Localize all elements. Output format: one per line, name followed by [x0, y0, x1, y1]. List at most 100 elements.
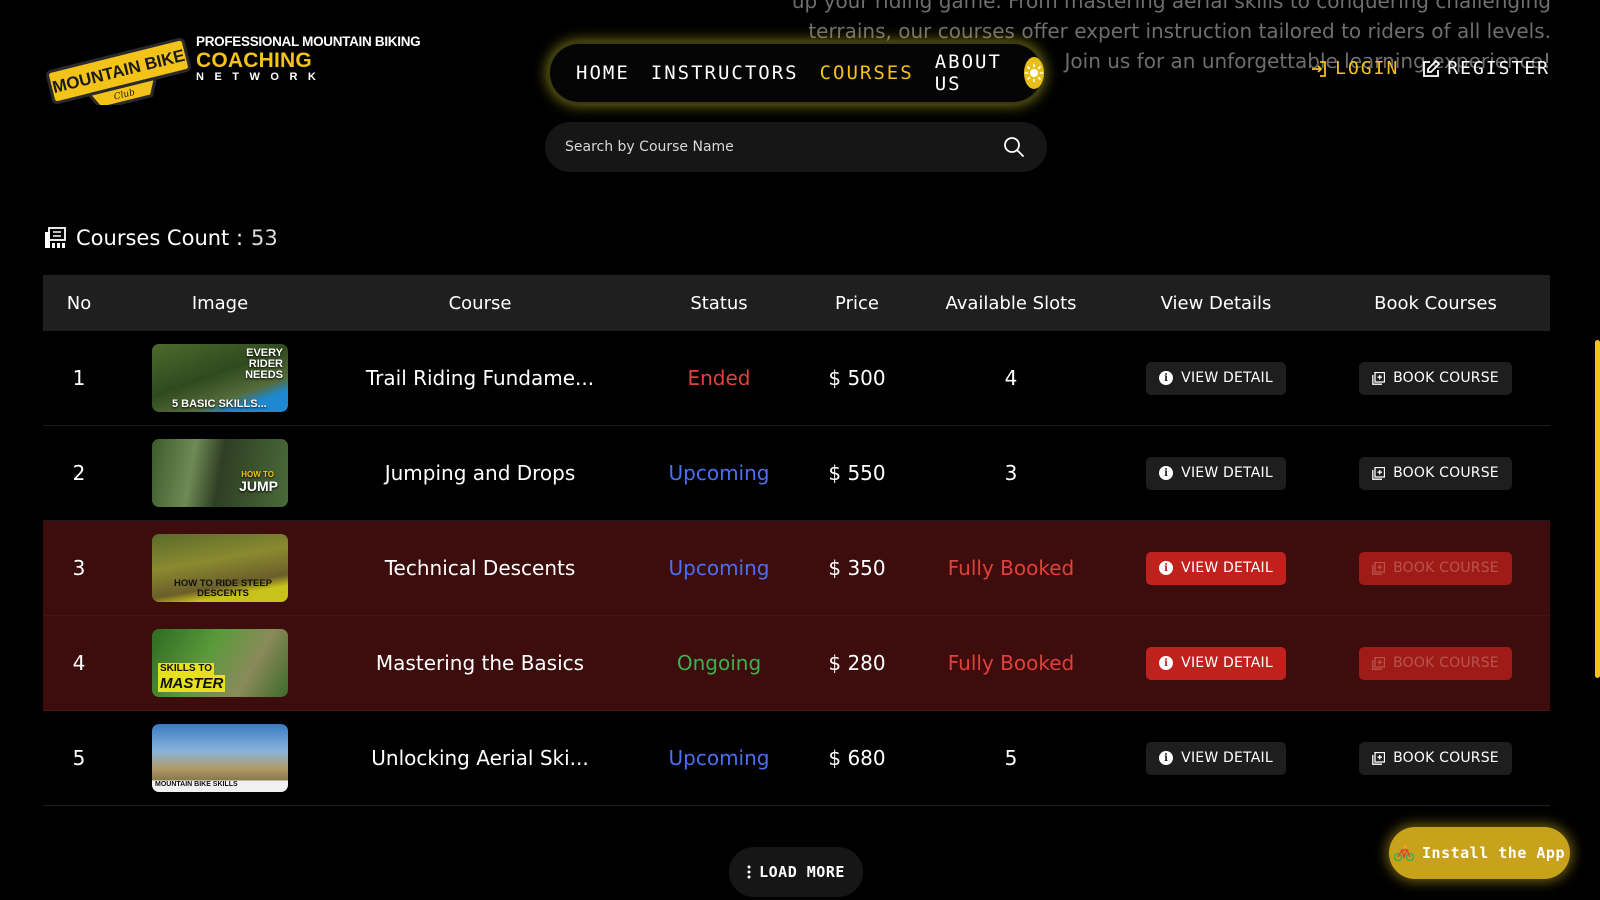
bicycle-icon [1394, 844, 1415, 862]
table-row: 2 HOW TO JUMP Jumping and Drops Upcoming… [43, 426, 1550, 521]
thumb-caption-bottom: MOUNTAIN BIKE SKILLS [155, 781, 238, 788]
course-price: $ 350 [828, 556, 886, 580]
course-price: $ 280 [828, 651, 886, 675]
course-name: Jumping and Drops [384, 461, 576, 485]
info-icon: i [1159, 561, 1174, 575]
available-slots: 5 [1004, 746, 1018, 770]
register-label: REGISTER [1447, 58, 1550, 79]
view-detail-button[interactable]: i VIEW DETAIL [1146, 361, 1286, 395]
logo-line3: NETWORK [196, 70, 327, 83]
search-input[interactable] [565, 139, 1003, 155]
load-more-button[interactable]: LOAD MORE [729, 847, 863, 897]
row-number: 2 [72, 461, 86, 485]
nav-about-us[interactable]: ABOUT US [935, 51, 1002, 95]
courses-count: Courses Count : 53 [44, 226, 278, 250]
status-badge: Upcoming [668, 746, 770, 770]
header-course: Course [448, 292, 512, 314]
header-available-slots: Available Slots [945, 292, 1077, 314]
status-badge: Ended [687, 366, 751, 390]
header-no: No [66, 292, 92, 314]
view-detail-label: VIEW DETAIL [1181, 750, 1273, 766]
courses-count-value: 53 [251, 226, 278, 250]
view-detail-label: VIEW DETAIL [1181, 655, 1273, 671]
table-row: 4 SKILLS TO MASTER Mastering the Basics … [43, 616, 1550, 711]
course-name: Trail Riding Fundame... [365, 366, 595, 390]
row-number: 4 [72, 651, 86, 675]
header-status: Status [690, 292, 748, 314]
course-name: Mastering the Basics [375, 651, 585, 675]
table-row: 1 EVERY RIDER NEEDS 5 BASIC SKILLS... Tr… [43, 331, 1550, 426]
view-detail-label: VIEW DETAIL [1181, 465, 1273, 481]
thumb-caption-bottom: 5 BASIC SKILLS... [172, 398, 267, 410]
search-bar [545, 122, 1047, 172]
view-detail-button[interactable]: i VIEW DETAIL [1146, 456, 1286, 490]
available-slots: Fully Booked [947, 556, 1075, 580]
view-detail-button[interactable]: i VIEW DETAIL [1146, 551, 1286, 585]
edit-icon [1423, 59, 1441, 77]
view-detail-button[interactable]: i VIEW DETAIL [1146, 646, 1286, 680]
search-icon[interactable] [1003, 136, 1025, 158]
book-course-label: BOOK COURSE [1393, 370, 1499, 386]
book-course-button[interactable]: BOOK COURSE [1359, 361, 1512, 395]
thumb-caption-bottom: JUMP [239, 478, 278, 494]
thumb-caption-bottom: HOW TO RIDE STEEP DESCENTS [173, 578, 272, 599]
header-price: Price [835, 292, 879, 314]
course-thumbnail[interactable]: HOW TO JUMP [152, 439, 288, 507]
row-number: 5 [72, 746, 86, 770]
course-thumbnail[interactable]: EVERY RIDER NEEDS 5 BASIC SKILLS... [152, 344, 288, 412]
book-course-label: BOOK COURSE [1393, 560, 1499, 576]
courses-table: No Image Course Status Price Available S… [43, 275, 1550, 806]
add-box-icon [1372, 561, 1386, 575]
table-row: 5 MOUNTAIN BIKE SKILLS Unlocking Aerial … [43, 711, 1550, 806]
available-slots: 4 [1004, 366, 1018, 390]
thumb-caption-top: EVERY RIDER NEEDS [245, 347, 283, 381]
add-box-icon [1372, 751, 1386, 765]
view-detail-label: VIEW DETAIL [1181, 370, 1273, 386]
course-name: Technical Descents [384, 556, 576, 580]
book-course-button[interactable]: BOOK COURSE [1359, 551, 1512, 585]
row-number: 3 [72, 556, 86, 580]
course-thumbnail[interactable]: MOUNTAIN BIKE SKILLS [152, 724, 288, 792]
header-view-details: View Details [1160, 292, 1272, 314]
site-logo[interactable]: MOUNTAIN BIKE Club PROFESSIONAL MOUNTAIN… [44, 33, 444, 105]
available-slots: 3 [1004, 461, 1018, 485]
course-name: Unlocking Aerial Ski... [371, 746, 589, 770]
book-course-button[interactable]: BOOK COURSE [1359, 741, 1512, 775]
courses-count-label: Courses Count : [76, 226, 244, 250]
nav-home[interactable]: HOME [576, 62, 630, 84]
view-detail-label: VIEW DETAIL [1181, 560, 1273, 576]
install-app-button[interactable]: Install the App [1389, 827, 1570, 879]
page-scrollbar[interactable] [1595, 340, 1600, 678]
nav-courses[interactable]: COURSES [820, 62, 914, 84]
course-thumbnail[interactable]: SKILLS TO MASTER [152, 629, 288, 697]
theme-toggle-button[interactable] [1023, 57, 1044, 89]
table-row: 3 HOW TO RIDE STEEP DESCENTS Technical D… [43, 521, 1550, 616]
login-link[interactable]: LOGIN [1309, 58, 1399, 79]
book-course-label: BOOK COURSE [1393, 465, 1499, 481]
view-detail-button[interactable]: i VIEW DETAIL [1146, 741, 1286, 775]
course-thumbnail[interactable]: HOW TO RIDE STEEP DESCENTS [152, 534, 288, 602]
book-course-label: BOOK COURSE [1393, 655, 1499, 671]
info-icon: i [1159, 751, 1174, 765]
info-icon: i [1159, 466, 1174, 480]
register-link[interactable]: REGISTER [1421, 58, 1550, 79]
available-slots: Fully Booked [947, 651, 1075, 675]
nav-instructors[interactable]: INSTRUCTORS [651, 62, 799, 84]
row-number: 1 [72, 366, 86, 390]
add-box-icon [1372, 466, 1386, 480]
header-book-courses: Book Courses [1374, 292, 1497, 314]
status-badge: Upcoming [668, 556, 770, 580]
book-course-label: BOOK COURSE [1393, 750, 1499, 766]
logo-line2: COACHING [196, 48, 312, 72]
header-image: Image [191, 292, 249, 314]
thumb-caption-bottom: MASTER [158, 675, 226, 692]
sun-icon [1024, 63, 1044, 83]
book-course-button[interactable]: BOOK COURSE [1359, 456, 1512, 490]
install-app-label: Install the App [1422, 844, 1565, 862]
course-price: $ 680 [828, 746, 886, 770]
course-price: $ 500 [828, 366, 886, 390]
course-price: $ 550 [828, 461, 886, 485]
info-icon: i [1159, 656, 1174, 670]
info-icon: i [1159, 371, 1174, 385]
book-course-button[interactable]: BOOK COURSE [1359, 646, 1512, 680]
